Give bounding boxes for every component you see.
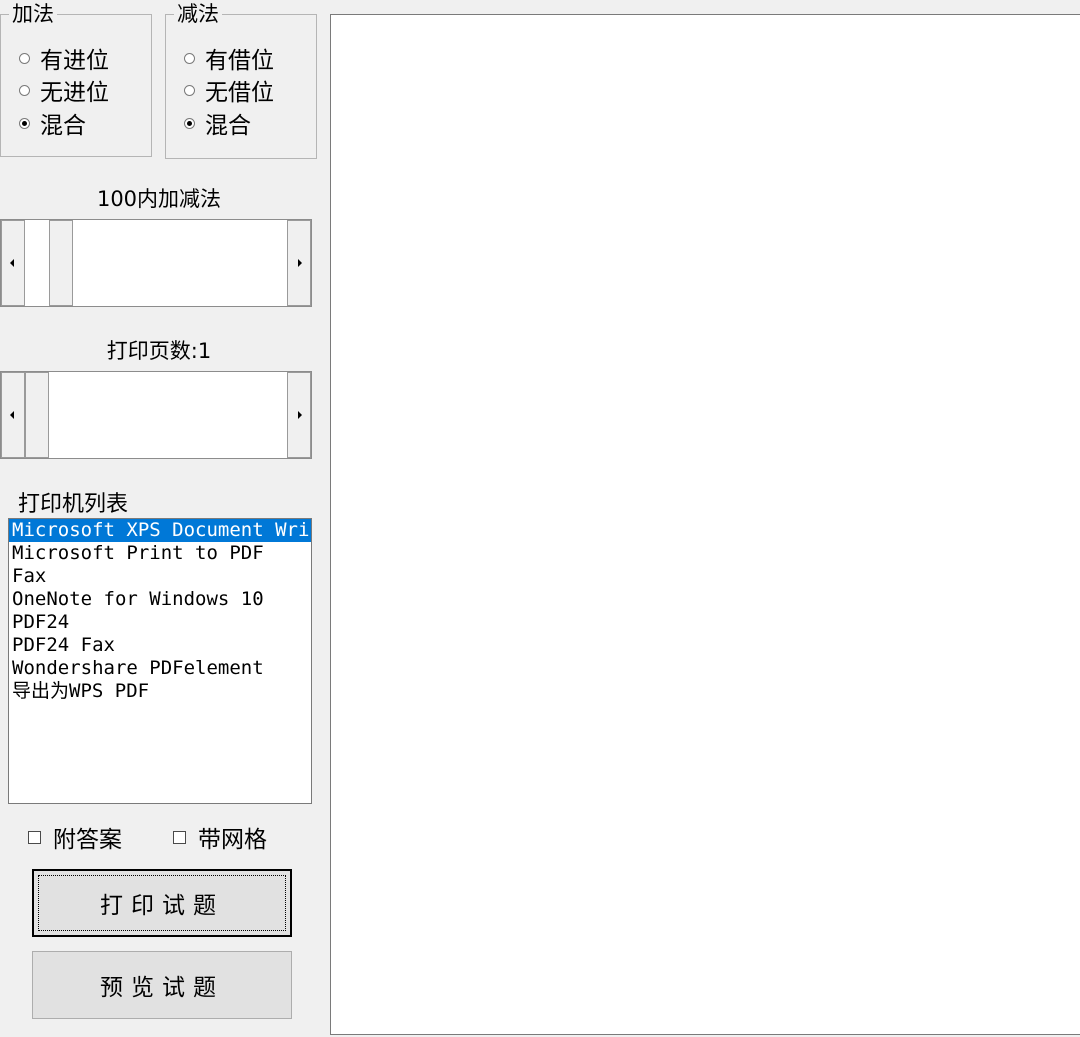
printer-list-item[interactable]: Fax — [9, 565, 311, 588]
left-arrow-icon — [10, 259, 14, 267]
printer-list-label: 打印机列表 — [18, 492, 129, 517]
radio-icon — [19, 52, 30, 64]
radio-subtraction-borrow[interactable]: 有借位 — [184, 43, 274, 74]
radio-subtraction-no-borrow[interactable]: 无借位 — [184, 75, 274, 106]
radio-label: 混合 — [205, 113, 251, 139]
radio-icon — [19, 84, 30, 96]
scroll-left-arrow[interactable] — [1, 372, 25, 458]
pages-label: 打印页数:1 — [106, 339, 212, 363]
scroll-right-arrow[interactable] — [287, 372, 311, 458]
range-label: 100内加减法 — [96, 187, 222, 211]
preview-canvas — [330, 14, 1080, 1035]
radio-addition-mixed[interactable]: 混合 — [19, 108, 86, 139]
range-scroll-thumb[interactable] — [49, 220, 73, 306]
subtraction-group-title: 减法 — [174, 1, 222, 27]
printer-list-item[interactable]: 导出为WPS PDF — [9, 680, 311, 703]
preview-button[interactable]: 预览试题 — [32, 951, 292, 1019]
answers-checkbox-label: 附答案 — [53, 827, 122, 853]
radio-label: 有进位 — [40, 48, 109, 74]
printer-listbox[interactable]: Microsoft XPS Document Wri Microsoft Pri… — [8, 518, 312, 804]
printer-list-item[interactable]: PDF24 Fax — [9, 634, 311, 657]
checkbox-icon — [28, 830, 41, 844]
scroll-left-arrow[interactable] — [1, 220, 25, 306]
checkbox-icon — [173, 830, 186, 844]
radio-checked-icon — [184, 117, 195, 129]
range-scrollbar[interactable] — [0, 219, 312, 307]
addition-group: 加法 有进位 无进位 混合 — [0, 1, 152, 157]
radio-checked-icon — [19, 117, 30, 129]
radio-addition-carry[interactable]: 有进位 — [19, 43, 109, 74]
radio-subtraction-mixed[interactable]: 混合 — [184, 108, 251, 139]
radio-label: 无进位 — [40, 80, 109, 106]
print-button[interactable]: 打印试题 — [32, 869, 292, 937]
grid-checkbox-label: 带网格 — [198, 827, 267, 853]
addition-group-title: 加法 — [9, 1, 57, 27]
printer-list-item[interactable]: Wondershare PDFelement — [9, 657, 311, 680]
pages-scrollbar[interactable] — [0, 371, 312, 459]
radio-icon — [184, 84, 195, 96]
radio-addition-no-carry[interactable]: 无进位 — [19, 75, 109, 106]
answers-checkbox[interactable]: 附答案 — [28, 822, 122, 853]
radio-icon — [184, 52, 195, 64]
right-arrow-icon — [298, 411, 302, 419]
printer-list-item[interactable]: PDF24 — [9, 611, 311, 634]
pages-scroll-thumb[interactable] — [25, 372, 49, 458]
right-arrow-icon — [298, 259, 302, 267]
grid-checkbox[interactable]: 带网格 — [173, 822, 267, 853]
printer-list-item[interactable]: Microsoft Print to PDF — [9, 542, 311, 565]
scroll-right-arrow[interactable] — [287, 220, 311, 306]
left-arrow-icon — [10, 411, 14, 419]
printer-list-item[interactable]: Microsoft XPS Document Wri — [9, 519, 311, 542]
printer-list-item[interactable]: OneNote for Windows 10 — [9, 588, 311, 611]
radio-label: 无借位 — [205, 80, 274, 106]
subtraction-group: 减法 有借位 无借位 混合 — [165, 1, 317, 159]
radio-label: 有借位 — [205, 48, 274, 74]
radio-label: 混合 — [40, 113, 86, 139]
